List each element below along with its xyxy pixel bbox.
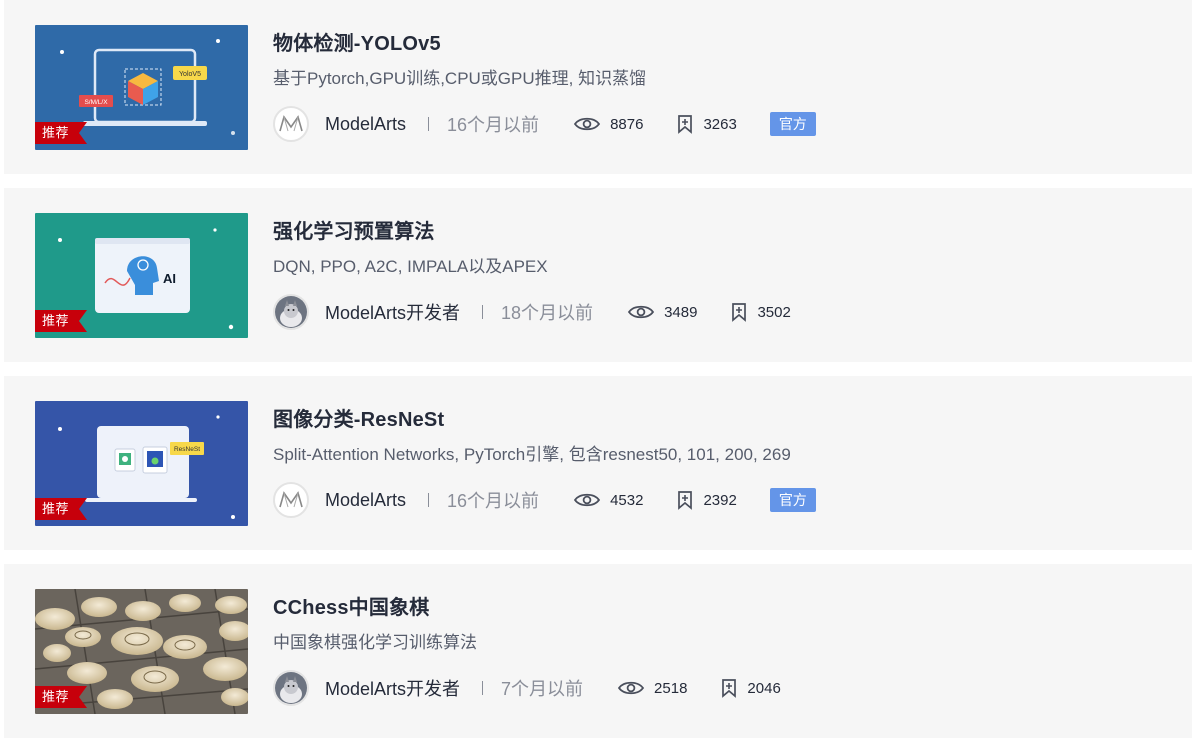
author-name[interactable]: ModelArts [325, 114, 406, 135]
favorites-count: 3263 [703, 115, 737, 133]
algorithm-card[interactable]: ResNeSt 推荐 图像分类-ResNeSt Split-Attention … [4, 376, 1192, 550]
author-name[interactable]: ModelArts开发者 [325, 299, 460, 325]
algorithm-card[interactable]: AI 推荐 强化学习预置算法 DQN, PPO, A2C, IMPALA以及AP… [4, 188, 1192, 362]
recommend-ribbon: 推荐 [35, 686, 88, 708]
views-stat: 2518 [617, 679, 687, 697]
favorites-count: 2046 [747, 679, 781, 697]
publish-time: 18个月以前 [501, 303, 594, 323]
card-title[interactable]: CChess中国象棋 [273, 591, 429, 620]
algorithm-card[interactable]: YoloV5 S/M/L/X 推荐 物体检测-YOLOv5 基于Pytorch,… [4, 0, 1192, 174]
card-meta: ModelArts 16个月以前 4532 2392 官方 [273, 480, 816, 520]
thumb-tag: ResNeSt [174, 446, 200, 453]
views-count: 3489 [664, 303, 698, 321]
bookmark-plus-icon [678, 115, 693, 134]
card-title[interactable]: 强化学习预置算法 [273, 215, 435, 244]
views-count: 4532 [610, 491, 644, 509]
modelarts-logo-icon [279, 115, 303, 132]
card-meta: ModelArts 16个月以前 8876 3263 官方 [273, 104, 816, 144]
eye-icon [627, 305, 655, 319]
author-name[interactable]: ModelArts [325, 490, 406, 511]
recommend-ribbon: 推荐 [35, 122, 88, 144]
card-description: Split-Attention Networks, PyTorch引擎, 包含r… [273, 445, 791, 464]
favorites-stat: 2046 [721, 678, 781, 698]
recommend-ribbon: 推荐 [35, 498, 88, 520]
card-thumbnail[interactable]: AI 推荐 [35, 213, 248, 338]
thumb-tag: S/M/L/X [84, 99, 108, 106]
avatar[interactable] [273, 294, 309, 330]
eye-icon [617, 681, 645, 695]
modelarts-logo-icon [279, 491, 303, 508]
favorites-stat: 3263 [677, 114, 737, 134]
card-title[interactable]: 物体检测-YOLOv5 [273, 27, 441, 56]
views-stat: 3489 [627, 303, 697, 321]
favorites-count: 3502 [757, 303, 791, 321]
card-thumbnail[interactable]: 推荐 [35, 589, 248, 714]
avatar[interactable] [273, 482, 309, 518]
favorites-stat: 2392 [677, 490, 737, 510]
card-description: 基于Pytorch,GPU训练,CPU或GPU推理, 知识蒸馏 [273, 69, 647, 88]
publish-time: 7个月以前 [501, 679, 584, 699]
views-count: 2518 [654, 679, 688, 697]
card-title[interactable]: 图像分类-ResNeSt [273, 403, 444, 432]
card-meta: ModelArts开发者 18个月以前 3489 3502 [273, 292, 791, 332]
bookmark-plus-icon [678, 491, 693, 510]
avatar[interactable] [273, 670, 309, 706]
card-thumbnail[interactable]: ResNeSt 推荐 [35, 401, 248, 526]
algorithm-card[interactable]: 推荐 CChess中国象棋 中国象棋强化学习训练算法 ModelArts开发者 … [4, 564, 1192, 738]
eye-icon [573, 117, 601, 131]
thumb-tag: AI [163, 271, 176, 286]
bookmark-plus-icon [732, 303, 747, 322]
publish-time: 16个月以前 [447, 491, 540, 511]
official-badge: 官方 [769, 112, 816, 136]
recommend-ribbon: 推荐 [35, 310, 88, 332]
views-stat: 8876 [573, 115, 643, 133]
card-thumbnail[interactable]: YoloV5 S/M/L/X 推荐 [35, 25, 248, 150]
divider [482, 681, 484, 695]
cat-avatar-icon [275, 672, 307, 704]
card-meta: ModelArts开发者 7个月以前 2518 2046 [273, 668, 781, 708]
cat-avatar-icon [275, 296, 307, 328]
publish-time: 16个月以前 [447, 115, 540, 135]
avatar[interactable] [273, 106, 309, 142]
thumb-tag: YoloV5 [179, 71, 201, 78]
views-stat: 4532 [573, 491, 643, 509]
bookmark-plus-icon [722, 679, 737, 698]
card-description: DQN, PPO, A2C, IMPALA以及APEX [273, 257, 548, 276]
views-count: 8876 [610, 115, 644, 133]
card-description: 中国象棋强化学习训练算法 [273, 633, 477, 652]
divider [428, 117, 430, 131]
favorites-count: 2392 [703, 491, 737, 509]
divider [428, 493, 430, 507]
divider [482, 305, 484, 319]
author-name[interactable]: ModelArts开发者 [325, 675, 460, 701]
official-badge: 官方 [769, 488, 816, 512]
favorites-stat: 3502 [731, 302, 791, 322]
eye-icon [573, 493, 601, 507]
